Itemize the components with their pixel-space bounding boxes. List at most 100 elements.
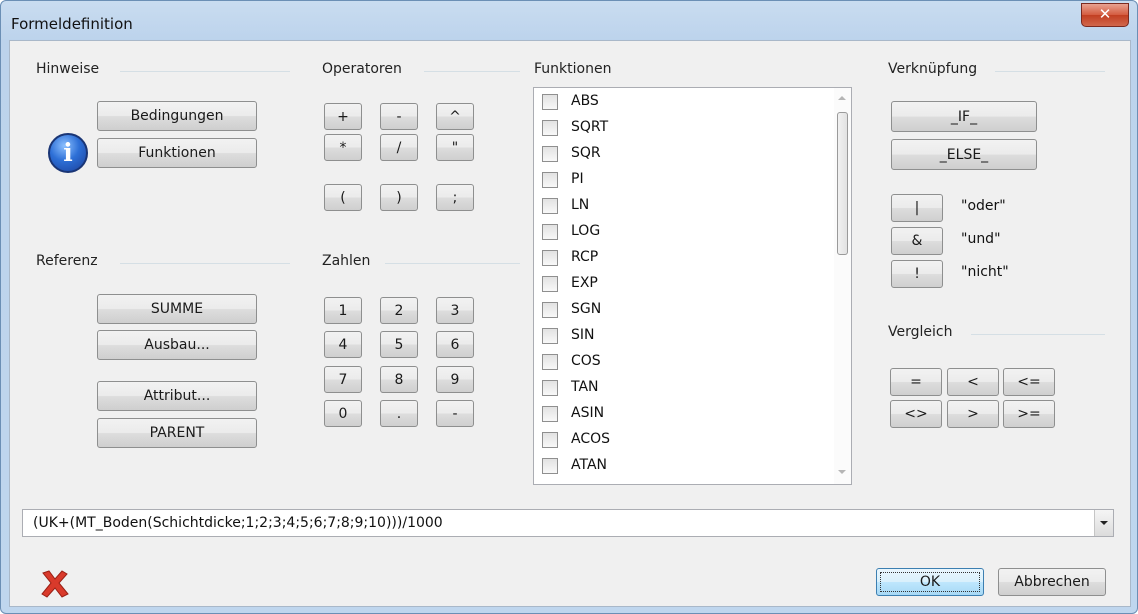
item-checkbox[interactable] xyxy=(542,328,558,344)
not-button[interactable]: ! xyxy=(891,260,943,288)
digit-3-button[interactable]: 3 xyxy=(436,297,474,324)
operator-close-paren-button[interactable]: ) xyxy=(380,184,418,211)
operator-divide-button[interactable]: / xyxy=(380,134,418,161)
group-label-referenz: Referenz xyxy=(36,253,98,269)
parent-button[interactable]: PARENT xyxy=(97,418,257,448)
item-checkbox[interactable] xyxy=(542,302,558,318)
list-item[interactable]: ATAN xyxy=(534,453,824,479)
list-item[interactable]: PI xyxy=(534,167,824,193)
digit-0-button[interactable]: 0 xyxy=(324,400,362,427)
window-title: Formeldefinition xyxy=(11,15,133,33)
list-item[interactable]: ACOS xyxy=(534,427,824,453)
item-checkbox[interactable] xyxy=(542,120,558,136)
item-checkbox[interactable] xyxy=(542,406,558,422)
ausbau-button[interactable]: Ausbau... xyxy=(97,330,257,360)
item-checkbox[interactable] xyxy=(542,354,558,370)
list-item[interactable]: ASIN xyxy=(534,401,824,427)
list-item[interactable]: LN xyxy=(534,193,824,219)
less-equal-button[interactable]: <= xyxy=(1003,368,1055,396)
digit-2-button[interactable]: 2 xyxy=(380,297,418,324)
list-item[interactable]: LOG xyxy=(534,219,824,245)
list-item[interactable]: SIN xyxy=(534,323,824,349)
greater-than-button[interactable]: > xyxy=(947,400,999,428)
dropdown-button[interactable] xyxy=(1094,510,1113,536)
cancel-button[interactable]: Abbrechen xyxy=(998,568,1106,596)
digit-1-button[interactable]: 1 xyxy=(324,297,362,324)
formula-input[interactable]: (UK+(MT_Boden(Schichtdicke;1;2;3;4;5;6;7… xyxy=(33,515,443,531)
item-checkbox[interactable] xyxy=(542,250,558,266)
digit-8-button[interactable]: 8 xyxy=(380,366,418,393)
digit-5-button[interactable]: 5 xyxy=(380,331,418,358)
decimal-point-button[interactable]: . xyxy=(380,400,418,427)
item-checkbox[interactable] xyxy=(542,458,558,474)
operator-minus-button[interactable]: - xyxy=(380,103,418,130)
function-label: LN xyxy=(571,197,590,213)
digit-7-button[interactable]: 7 xyxy=(324,366,362,393)
else-button[interactable]: _ELSE_ xyxy=(891,139,1037,170)
function-label: EXP xyxy=(571,275,598,291)
function-label: SQRT xyxy=(571,119,609,135)
operator-multiply-button[interactable]: * xyxy=(324,134,362,161)
item-checkbox[interactable] xyxy=(542,198,558,214)
operator-open-paren-button[interactable]: ( xyxy=(324,184,362,211)
digit-9-button[interactable]: 9 xyxy=(436,366,474,393)
group-label-vergleich: Vergleich xyxy=(888,324,953,340)
function-label: RCP xyxy=(571,249,599,265)
function-label: SGN xyxy=(571,301,602,317)
function-label: LOG xyxy=(571,223,601,239)
bedingungen-button[interactable]: Bedingungen xyxy=(97,101,257,131)
title-bar[interactable]: Formeldefinition ✕ xyxy=(1,1,1137,41)
item-checkbox[interactable] xyxy=(542,224,558,240)
group-label-verknuepfung: Verknüpfung xyxy=(888,61,978,77)
not-equal-button[interactable]: <> xyxy=(890,400,942,428)
function-label: SIN xyxy=(571,327,595,343)
formeldefinition-dialog: Formeldefinition ✕ Hinweise i Bedingunge… xyxy=(0,0,1138,614)
list-item[interactable]: EXP xyxy=(534,271,824,297)
list-item[interactable]: RCP xyxy=(534,245,824,271)
operator-quote-button[interactable]: " xyxy=(436,134,474,161)
or-button[interactable]: | xyxy=(891,194,943,222)
funktionen-button[interactable]: Funktionen xyxy=(97,138,257,168)
list-item[interactable]: TAN xyxy=(534,375,824,401)
item-checkbox[interactable] xyxy=(542,380,558,396)
ok-button[interactable]: OK xyxy=(876,568,984,596)
summe-button[interactable]: SUMME xyxy=(97,294,257,324)
item-checkbox[interactable] xyxy=(542,146,558,162)
operator-semicolon-button[interactable]: ; xyxy=(436,184,474,211)
item-checkbox[interactable] xyxy=(542,94,558,110)
operator-plus-button[interactable]: + xyxy=(324,103,362,130)
list-item[interactable]: COS xyxy=(534,349,824,375)
operator-power-button[interactable]: ^ xyxy=(436,103,474,130)
list-item[interactable]: SQR xyxy=(534,141,824,167)
item-checkbox[interactable] xyxy=(542,432,558,448)
list-item[interactable]: ABS xyxy=(534,89,824,115)
close-button[interactable]: ✕ xyxy=(1081,3,1129,27)
group-divider xyxy=(385,263,520,264)
group-divider xyxy=(120,71,290,72)
group-label-zahlen: Zahlen xyxy=(322,253,371,269)
red-x-icon[interactable] xyxy=(40,569,70,599)
and-button[interactable]: & xyxy=(891,227,943,255)
item-checkbox[interactable] xyxy=(542,276,558,292)
list-item[interactable]: SQRT xyxy=(534,115,824,141)
ok-label: OK xyxy=(919,574,941,590)
digit-4-button[interactable]: 4 xyxy=(324,331,362,358)
less-than-button[interactable]: < xyxy=(947,368,999,396)
not-description: "nicht" xyxy=(961,264,1009,280)
functions-list[interactable]: ABS SQRT SQR PI LN LOG RCP EXP SGN SIN C… xyxy=(533,87,852,485)
list-item[interactable]: SGN xyxy=(534,297,824,323)
function-label: ACOS xyxy=(571,431,611,447)
negative-sign-button[interactable]: - xyxy=(436,400,474,427)
function-label: PI xyxy=(571,171,584,187)
greater-equal-button[interactable]: >= xyxy=(1003,400,1055,428)
attribut-button[interactable]: Attribut... xyxy=(97,381,257,411)
item-checkbox[interactable] xyxy=(542,172,558,188)
if-button[interactable]: _IF_ xyxy=(891,101,1037,132)
scroll-thumb[interactable] xyxy=(837,112,848,255)
equals-button[interactable]: = xyxy=(890,368,942,396)
scroll-up-arrow-icon[interactable] xyxy=(838,96,846,100)
formula-combobox[interactable]: (UK+(MT_Boden(Schichtdicke;1;2;3;4;5;6;7… xyxy=(22,509,1114,537)
digit-6-button[interactable]: 6 xyxy=(436,331,474,358)
scroll-down-arrow-icon[interactable] xyxy=(838,470,846,474)
vertical-scrollbar[interactable] xyxy=(834,88,851,484)
